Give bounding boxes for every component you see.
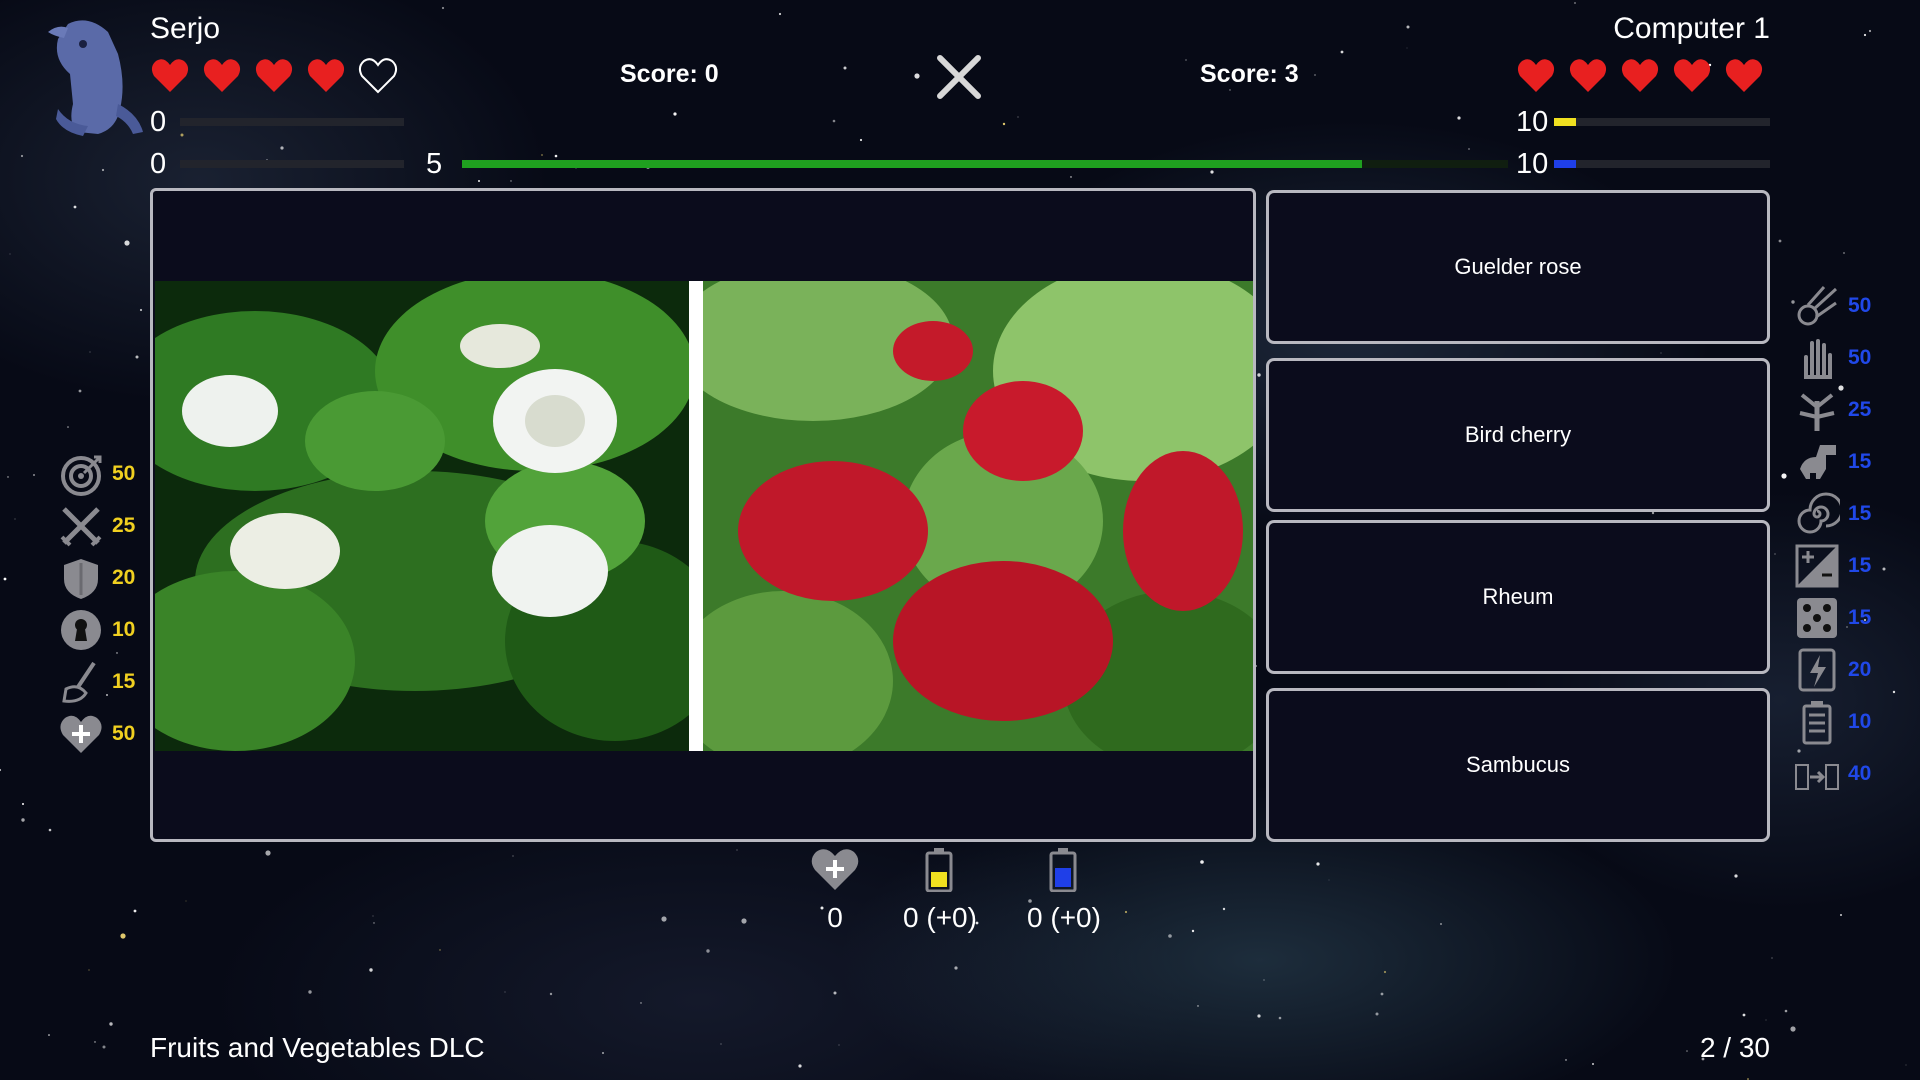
player-powerups: 50 25 20 10 15 50 [58, 448, 135, 760]
player-blue-bar [180, 160, 404, 168]
opponent-powerup-4[interactable]: 15 [1794, 488, 1871, 540]
opponent-hearts [1516, 56, 1764, 101]
heart-plus-icon [811, 849, 859, 890]
crossed-swords-icon [60, 507, 102, 547]
opponent-heart-full-icon [1672, 56, 1712, 101]
opponent-powerup-0[interactable]: 50 [1794, 280, 1871, 332]
player-heart-empty-icon [358, 56, 398, 101]
bottom-blue-value: 0 (+0) [1027, 902, 1101, 933]
opponent-score: Score: 3 [1200, 60, 1299, 88]
answer-option-1[interactable]: Guelder rose [1266, 190, 1770, 344]
opponent-heart-full-icon [1620, 56, 1660, 101]
plus-minus-icon [1795, 544, 1839, 588]
player-heart-full-icon [150, 56, 190, 101]
powerup-cost: 25 [1848, 398, 1872, 421]
lightning-card-icon [1798, 648, 1836, 692]
heart-plus-icon [60, 715, 102, 753]
opponent-blue-bar [1554, 160, 1770, 168]
opponent-powerup-9[interactable]: 40 [1794, 748, 1871, 800]
powerup-cost: 15 [1848, 554, 1872, 577]
powerup-cost: 15 [1848, 450, 1872, 473]
spiral-icon [1797, 492, 1840, 534]
player-heart-full-icon [254, 56, 294, 101]
opponent-powerup-6[interactable]: 15 [1794, 592, 1871, 644]
powerup-cost: 15 [1848, 502, 1872, 525]
player-powerup-1[interactable]: 25 [58, 500, 135, 552]
powerup-cost: 25 [112, 514, 136, 537]
answer-option-2[interactable]: Bird cherry [1266, 358, 1770, 512]
shield-icon [64, 559, 98, 599]
blue-battery-icon [1049, 848, 1077, 892]
player-yellow-bar [180, 118, 404, 126]
opponent-stat-blue: 10 [1516, 148, 1549, 180]
opponent-heart-full-icon [1568, 56, 1608, 101]
timer-bar [462, 160, 1508, 168]
bottom-hearts-value: 0 [827, 902, 843, 933]
timer-bar-fill [462, 160, 1362, 168]
opponent-powerup-7[interactable]: 20 [1794, 644, 1871, 696]
powerup-cost: 10 [1848, 710, 1872, 733]
close-icon[interactable] [934, 52, 984, 102]
yellow-battery-icon [925, 848, 953, 892]
player-stat-blue: 0 [150, 148, 167, 180]
powerup-cost: 20 [1848, 658, 1872, 681]
dinosaur-icon [1800, 445, 1836, 479]
opponent-name: Computer 1 [1613, 12, 1770, 45]
meteor-icon [1797, 286, 1838, 326]
powerup-cost: 50 [1848, 346, 1872, 369]
broom-icon [62, 661, 96, 703]
powerup-cost: 50 [112, 722, 136, 745]
target-icon [61, 455, 102, 496]
powerup-cost: 50 [1848, 294, 1872, 317]
opponent-powerups: 50 50 25 15 15 15 15 20 10 40 [1794, 280, 1871, 800]
opponent-blue-fill [1554, 160, 1576, 168]
answer-option-4[interactable]: Sambucus [1266, 688, 1770, 842]
player-powerup-4[interactable]: 15 [58, 656, 135, 708]
player-hearts [150, 56, 398, 101]
opponent-yellow-bar [1554, 118, 1770, 126]
powerup-cost: 15 [1848, 606, 1872, 629]
opponent-powerup-8[interactable]: 10 [1794, 696, 1871, 748]
player-score: Score: 0 [620, 60, 719, 88]
powerup-cost: 20 [112, 566, 136, 589]
opponent-yellow-fill [1554, 118, 1576, 126]
player-powerup-3[interactable]: 10 [58, 604, 135, 656]
player-powerup-2[interactable]: 20 [58, 552, 135, 604]
powerup-cost: 50 [112, 462, 136, 485]
question-image-panel [150, 188, 1256, 842]
player-stat-yellow: 0 [150, 106, 167, 138]
battery-transfer-icon [1795, 764, 1839, 790]
avatar [48, 20, 143, 136]
powerup-cost: 10 [112, 618, 136, 641]
dice-icon [1797, 598, 1837, 638]
opponent-stat-yellow: 10 [1516, 106, 1549, 138]
berries-photo [703, 281, 1253, 751]
hand-icon [1804, 339, 1832, 379]
opponent-powerup-5[interactable]: 15 [1794, 540, 1871, 592]
opponent-powerup-3[interactable]: 15 [1794, 436, 1871, 488]
battery-icon [1802, 701, 1832, 745]
player-powerup-0[interactable]: 50 [58, 448, 135, 500]
player-heart-full-icon [306, 56, 346, 101]
plant-monster-icon [1799, 393, 1835, 431]
flower-photo [155, 281, 689, 751]
timer-value: 5 [426, 148, 443, 180]
bottom-yellow-value: 0 (+0) [903, 902, 977, 933]
keyhole-icon [61, 610, 101, 650]
photo-divider [689, 281, 703, 751]
question-counter: 2 / 30 [1699, 1032, 1770, 1063]
pack-name: Fruits and Vegetables DLC [150, 1032, 485, 1063]
opponent-heart-full-icon [1724, 56, 1764, 101]
opponent-powerup-1[interactable]: 50 [1794, 332, 1871, 384]
answer-option-3[interactable]: Rheum [1266, 520, 1770, 674]
powerup-cost: 15 [112, 670, 136, 693]
powerup-cost: 40 [1848, 762, 1872, 785]
opponent-heart-full-icon [1516, 56, 1556, 101]
player-name: Serjo [150, 12, 221, 45]
player-heart-full-icon [202, 56, 242, 101]
player-powerup-5[interactable]: 50 [58, 708, 135, 760]
opponent-powerup-2[interactable]: 25 [1794, 384, 1871, 436]
